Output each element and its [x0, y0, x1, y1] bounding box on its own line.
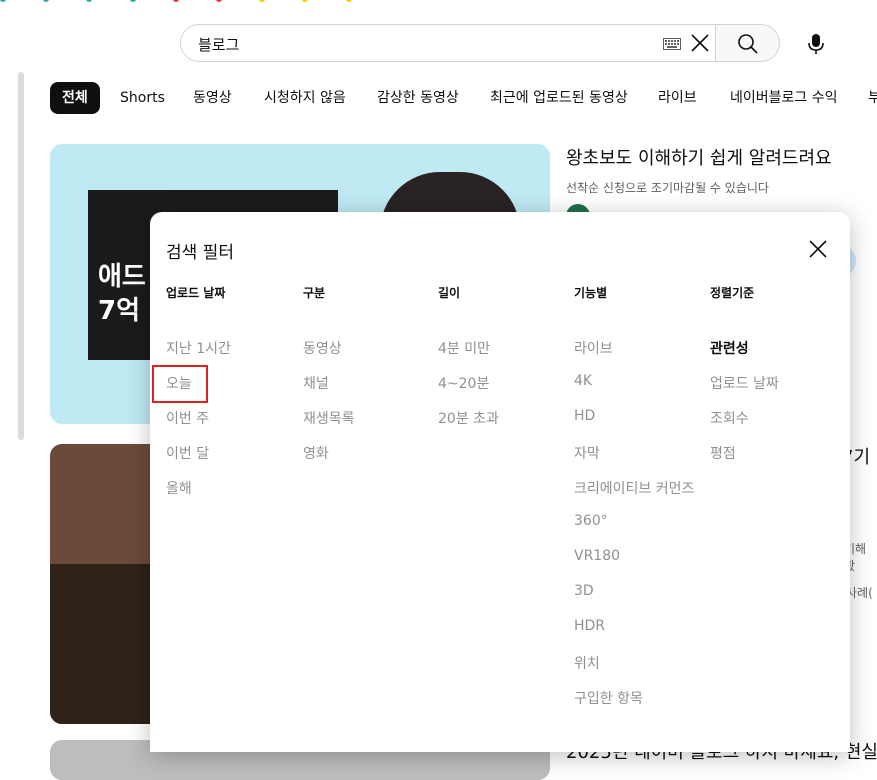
bookmarks-bar: [0, 0, 877, 10]
clear-icon[interactable]: [690, 33, 710, 53]
bookmark-item[interactable]: [215, 0, 228, 5]
filter-option-purchased[interactable]: 구입한 항목: [574, 688, 643, 708]
chip-shorts[interactable]: Shorts: [120, 82, 165, 114]
highlight-annotation: [152, 365, 208, 403]
bookmark-item[interactable]: [129, 0, 142, 5]
filter-option-under-4[interactable]: 4분 미만: [438, 338, 490, 358]
filter-header-duration: 길이: [438, 286, 461, 300]
search-box[interactable]: [180, 24, 716, 62]
bookmark-item[interactable]: [43, 0, 55, 5]
filter-option-creative-commons[interactable]: 크리에이티브 커먼즈: [574, 478, 694, 498]
filter-header-sort: 정렬기준: [710, 286, 755, 300]
chip-unwatched[interactable]: 시청하지 않음: [264, 82, 346, 114]
filter-option-rating[interactable]: 평점: [710, 443, 736, 463]
video-description: 사례(: [846, 586, 873, 600]
filter-option-playlist[interactable]: 재생목록: [303, 408, 355, 428]
filter-option-upload-date[interactable]: 업로드 날짜: [710, 373, 779, 393]
search-filter-dialog: 검색 필터 업로드 날짜 지난 1시간 오늘 이번 주 이번 달 올해 구분 동…: [150, 212, 850, 752]
filter-option-last-hour[interactable]: 지난 1시간: [166, 338, 231, 358]
bookmark-item[interactable]: [86, 0, 98, 5]
filter-header-features: 기능별: [574, 286, 608, 300]
chip-more[interactable]: 부: [868, 82, 877, 114]
filter-option-hdr[interactable]: HDR: [574, 618, 605, 634]
chip-recent[interactable]: 최근에 업로드된 동영상: [490, 82, 628, 114]
filter-option-hd[interactable]: HD: [574, 408, 595, 424]
filter-option-movie[interactable]: 영화: [303, 443, 329, 463]
filter-option-this-month[interactable]: 이번 달: [166, 443, 209, 463]
bookmark-item[interactable]: [302, 0, 314, 5]
filter-option-4k[interactable]: 4K: [574, 373, 592, 389]
filter-header-upload-date: 업로드 날짜: [166, 286, 226, 300]
filter-option-360[interactable]: 360°: [574, 513, 608, 529]
search-input[interactable]: 블로그: [198, 34, 239, 55]
scrollbar[interactable]: [18, 72, 24, 440]
close-icon[interactable]: [808, 239, 828, 259]
filter-option-vr180[interactable]: VR180: [574, 548, 620, 564]
chip-watched[interactable]: 감상한 동영상: [377, 82, 459, 114]
filter-option-location[interactable]: 위치: [574, 653, 600, 673]
dialog-title: 검색 필터: [166, 243, 234, 263]
chip-naver-blog[interactable]: 네이버블로그 수익: [730, 82, 838, 114]
search-icon: [738, 34, 758, 54]
filter-option-subtitles[interactable]: 자막: [574, 443, 600, 463]
filter-option-this-week[interactable]: 이번 주: [166, 408, 209, 428]
chip-all[interactable]: 전체: [50, 82, 100, 114]
mic-icon[interactable]: [806, 33, 826, 55]
bookmark-item[interactable]: [345, 0, 358, 5]
filter-option-this-year[interactable]: 올해: [166, 478, 192, 498]
filter-option-channel[interactable]: 채널: [303, 373, 329, 393]
filter-option-live[interactable]: 라이브: [574, 338, 613, 358]
filter-option-video[interactable]: 동영상: [303, 338, 342, 358]
keyboard-icon[interactable]: [663, 38, 681, 50]
filter-option-relevance[interactable]: 관련성: [710, 338, 749, 358]
bookmark-item[interactable]: [259, 0, 271, 5]
filter-header-type: 구분: [303, 286, 326, 300]
bookmark-item[interactable]: [172, 0, 185, 5]
filter-option-over-20[interactable]: 20분 초과: [438, 408, 499, 428]
search-button[interactable]: [716, 24, 780, 62]
chip-live[interactable]: 라이브: [658, 82, 697, 114]
video-title[interactable]: 왕초보도 이해하기 쉽게 알려드려요: [566, 144, 832, 170]
chip-videos[interactable]: 동영상: [193, 82, 232, 114]
filter-option-4-20[interactable]: 4~20분: [438, 373, 489, 393]
video-description: 선착순 신청으로 조기마감될 수 있습니다: [566, 181, 769, 195]
filter-option-view-count[interactable]: 조회수: [710, 408, 749, 428]
filter-option-3d[interactable]: 3D: [574, 583, 594, 599]
bookmark-item[interactable]: [0, 0, 12, 5]
